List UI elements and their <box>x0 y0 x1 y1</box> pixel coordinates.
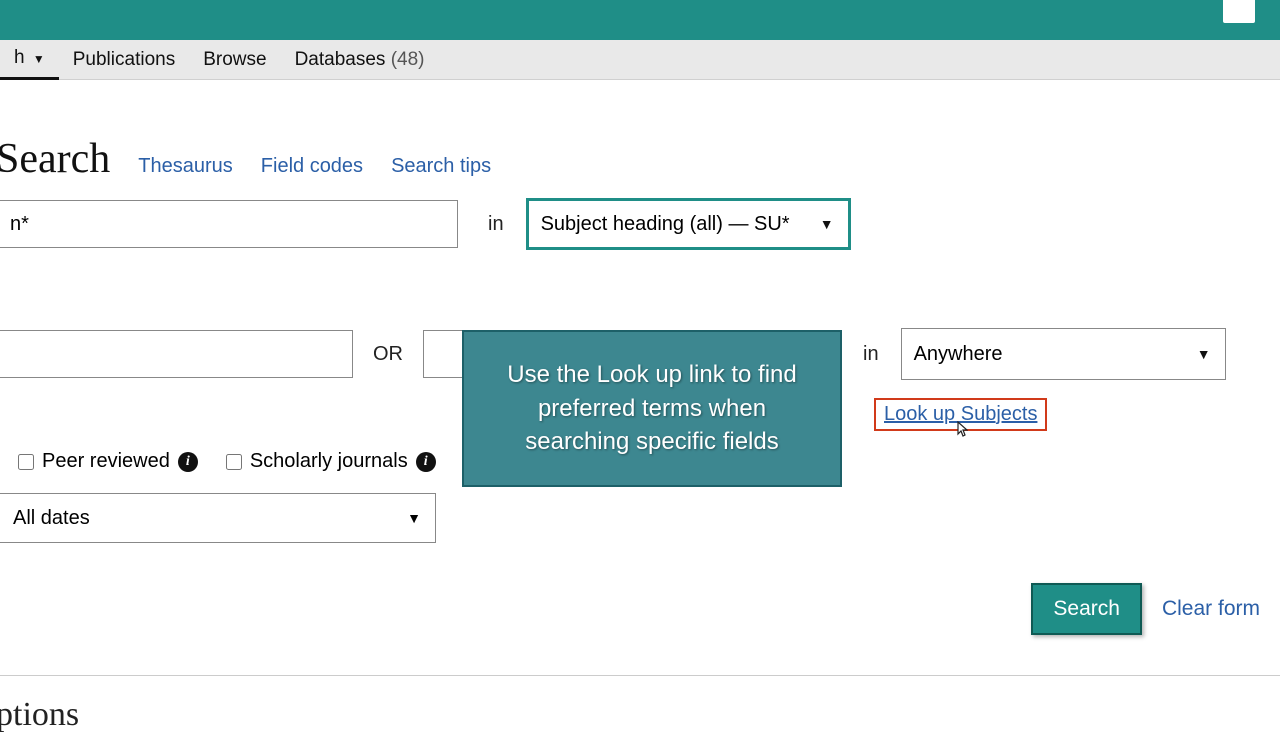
peer-reviewed-checkbox[interactable] <box>18 454 34 470</box>
field-select-2[interactable]: Anywhere ▼ <box>901 328 1226 380</box>
nav-databases-label: Databases <box>295 49 386 70</box>
nav-databases[interactable]: Databases (48) <box>281 41 439 79</box>
peer-reviewed-checkbox-group[interactable]: Peer reviewed i <box>18 450 198 473</box>
scholarly-checkbox-group[interactable]: Scholarly journals i <box>226 450 436 473</box>
scholarly-label: Scholarly journals <box>250 450 408 473</box>
info-icon[interactable]: i <box>178 452 198 472</box>
chevron-down-icon: ▼ <box>407 510 421 526</box>
chevron-down-icon: ▼ <box>820 216 834 232</box>
lookup-highlight-box: Look up Subjects <box>874 398 1047 431</box>
date-select-value: All dates <box>13 507 90 530</box>
search-input-2a[interactable] <box>0 330 353 378</box>
nav-publications[interactable]: Publications <box>59 41 189 79</box>
nav-databases-count: (48) <box>391 49 425 70</box>
search-tips-link[interactable]: Search tips <box>391 155 491 178</box>
divider <box>0 675 1280 676</box>
field-select-2-value: Anywhere <box>914 343 1003 366</box>
peer-reviewed-label: Peer reviewed <box>42 450 170 473</box>
instruction-tooltip: Use the Look up link to find preferred t… <box>462 330 842 487</box>
info-icon[interactable]: i <box>416 452 436 472</box>
field-select-1[interactable]: Subject heading (all) — SU* ▼ <box>526 198 851 250</box>
field-select-1-value: Subject heading (all) — SU* <box>541 213 790 236</box>
search-button[interactable]: Search <box>1031 583 1142 635</box>
folder-icon[interactable] <box>1223 0 1255 23</box>
scholarly-checkbox[interactable] <box>226 454 242 470</box>
clear-form-link[interactable]: Clear form <box>1162 597 1260 621</box>
field-codes-link[interactable]: Field codes <box>261 155 363 178</box>
page-title: Search <box>0 135 110 183</box>
chevron-down-icon: ▼ <box>1197 346 1211 362</box>
or-label: OR <box>373 343 403 366</box>
in-label-2: in <box>863 343 879 366</box>
lookup-subjects-link[interactable]: Look up Subjects <box>884 403 1037 426</box>
main-nav: h ▼ Publications Browse Databases (48) <box>0 40 1280 80</box>
options-heading: ptions <box>0 696 1280 734</box>
chevron-down-icon: ▼ <box>33 52 45 66</box>
thesaurus-link[interactable]: Thesaurus <box>138 155 233 178</box>
date-select[interactable]: All dates ▼ <box>0 493 436 543</box>
nav-search-label: h <box>14 47 25 68</box>
nav-browse[interactable]: Browse <box>189 41 280 79</box>
in-label-1: in <box>488 213 504 236</box>
nav-search-dropdown[interactable]: h ▼ <box>0 39 59 80</box>
search-input-1[interactable] <box>0 200 458 248</box>
